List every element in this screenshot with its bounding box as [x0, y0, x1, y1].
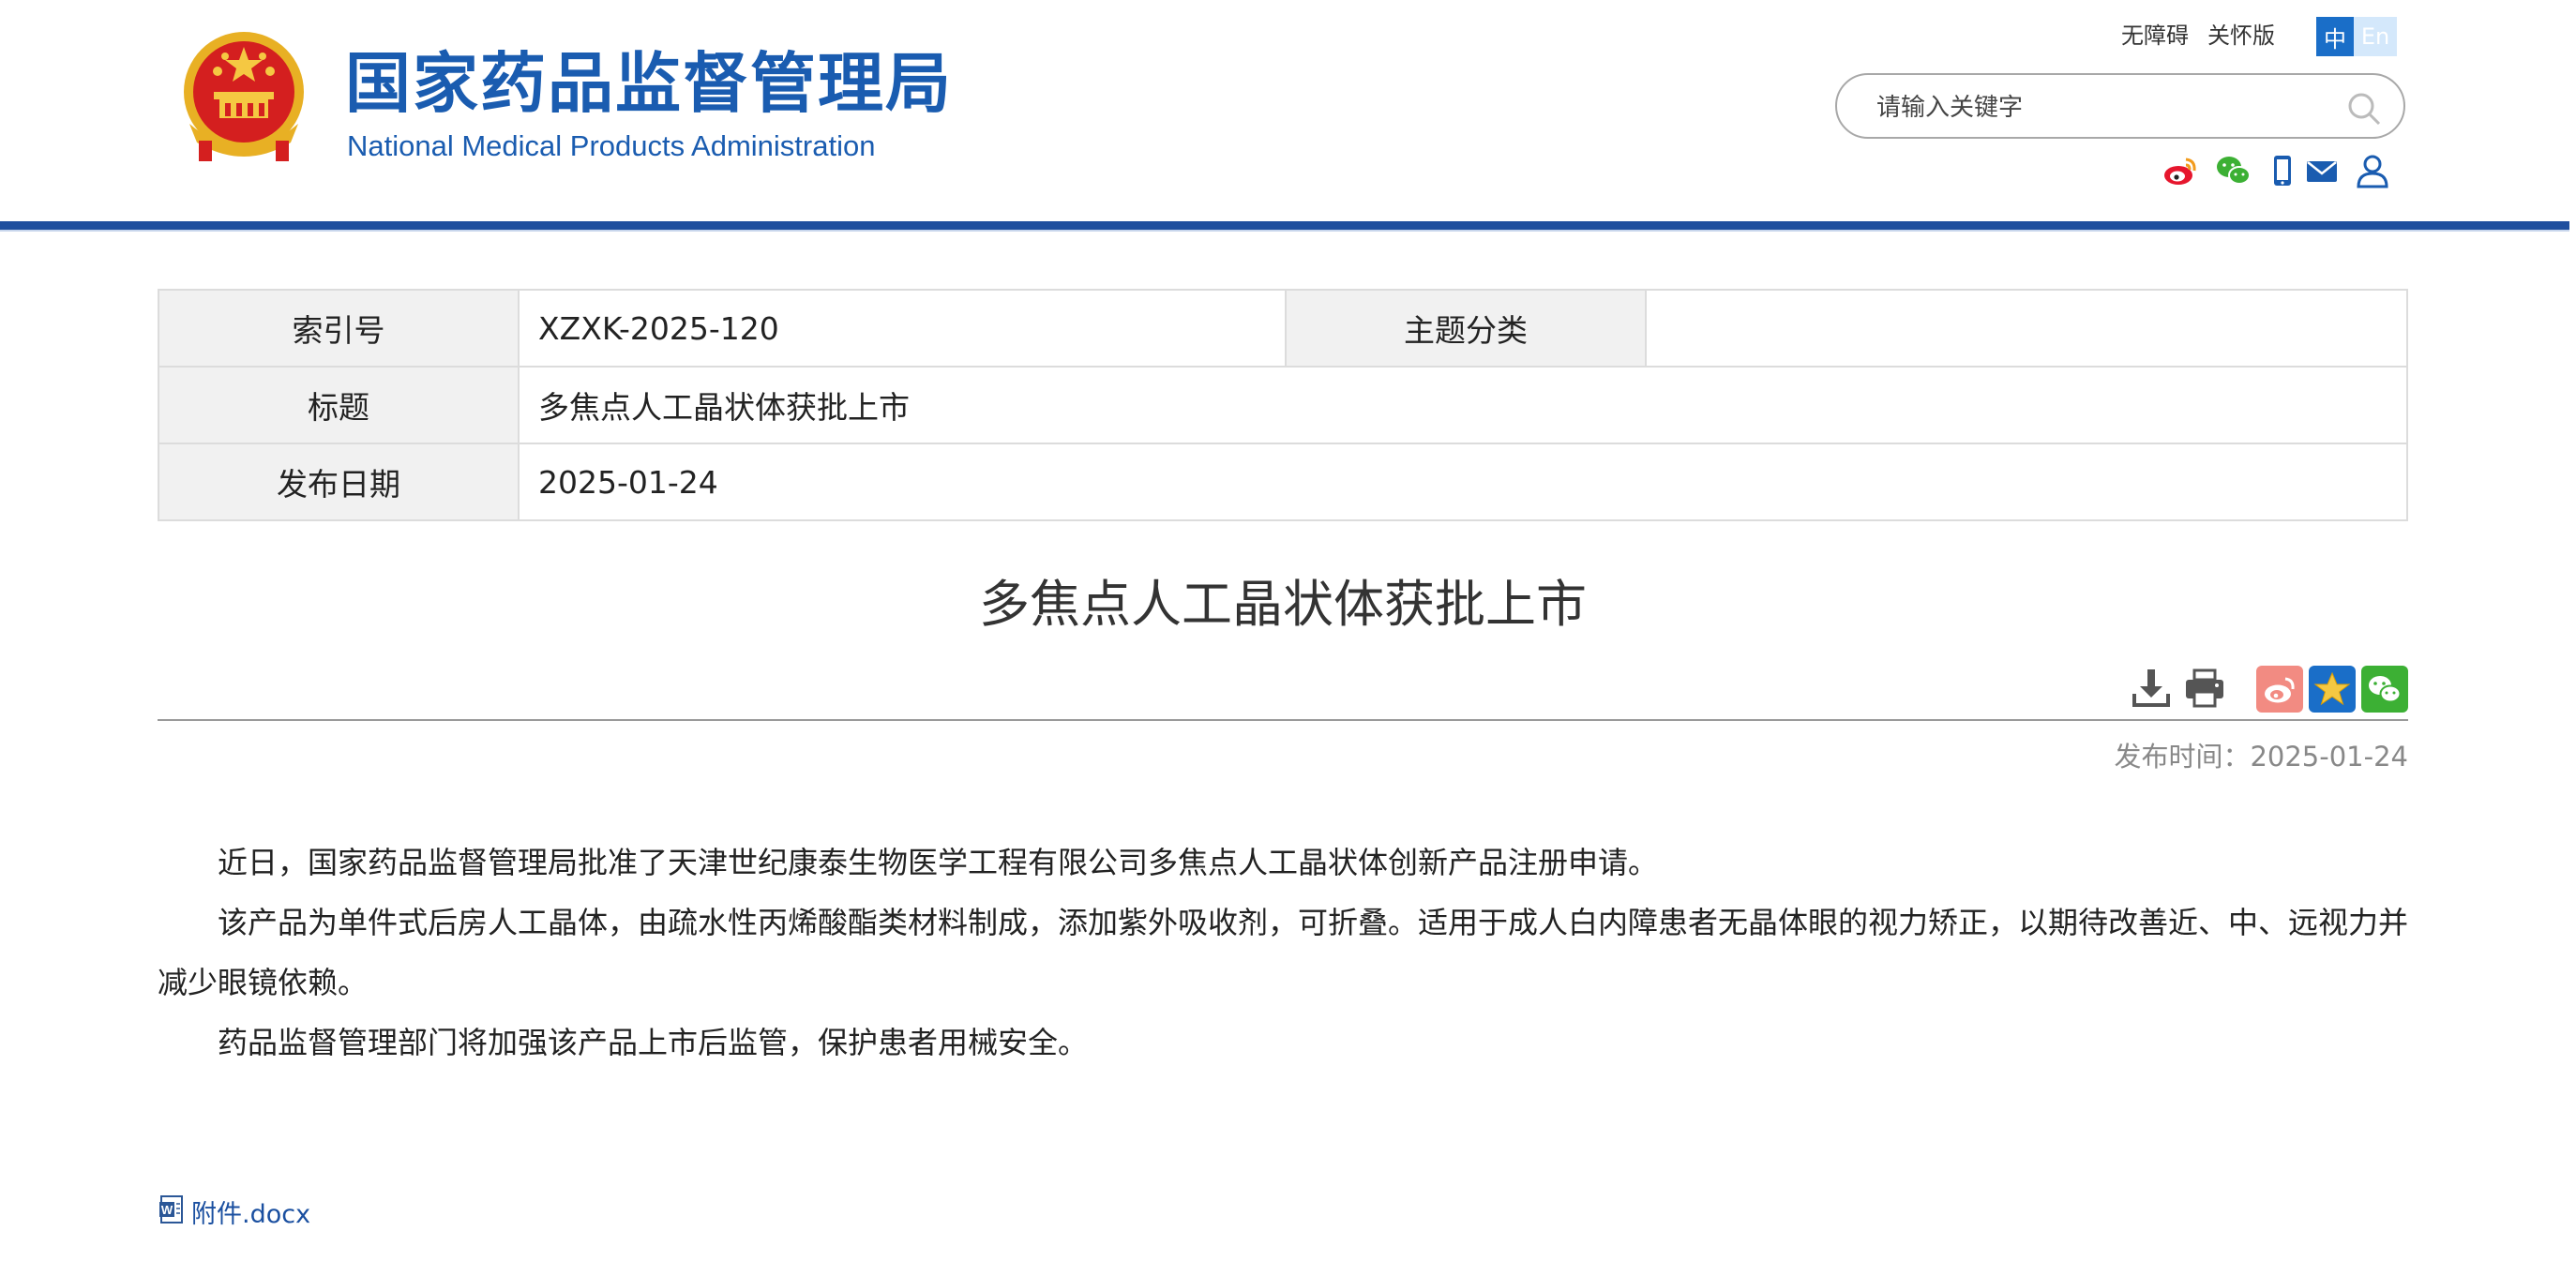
date-label: 发布日期	[158, 443, 520, 521]
wechat-share-icon[interactable]	[2361, 666, 2408, 713]
download-icon[interactable]	[2129, 666, 2174, 711]
weibo-icon[interactable]	[2162, 152, 2199, 189]
search-icon[interactable]	[2345, 90, 2383, 128]
paragraph: 该产品为单件式后房人工晶体，由疏水性丙烯酸酯类材料制成，添加紫外吸收剂，可折叠。…	[158, 905, 2409, 1000]
attachment-link[interactable]: W 附件.docx	[158, 1193, 310, 1230]
table-row: 索引号 XZXK-2025-120 主题分类	[158, 289, 2408, 368]
topic-value	[1645, 289, 2408, 368]
site-name-cn: 国家药品监督管理局	[345, 45, 953, 122]
mail-icon[interactable]	[2303, 152, 2341, 189]
table-row: 标题 多焦点人工晶状体获批上市	[158, 366, 2408, 444]
word-doc-icon: W	[158, 1194, 188, 1228]
index-value: XZXK-2025-120	[518, 289, 1287, 368]
article-title: 多焦点人工晶状体获批上市	[979, 575, 1587, 634]
title-value: 多焦点人工晶状体获批上市	[518, 366, 2408, 444]
national-emblem	[178, 30, 309, 166]
table-row: 发布日期 2025-01-24	[158, 443, 2408, 521]
search-input[interactable]	[1875, 86, 2328, 129]
print-icon[interactable]	[2182, 666, 2227, 711]
document-info-table: 索引号 XZXK-2025-120 主题分类 标题 多焦点人工晶状体获批上市 发…	[158, 289, 2408, 521]
publish-time: 发布时间：2025-01-24	[2114, 741, 2408, 773]
mobile-icon[interactable]	[2264, 152, 2301, 189]
user-icon[interactable]	[2354, 152, 2391, 189]
title-divider	[158, 719, 2408, 721]
article-body: 近日，国家药品监督管理局批准了天津世纪康泰生物医学工程有限公司多焦点人工晶状体创…	[158, 833, 2408, 1073]
wechat-icon[interactable]	[2215, 152, 2252, 189]
favorite-share-icon[interactable]	[2309, 666, 2356, 713]
lang-en-button[interactable]: En	[2354, 17, 2397, 56]
accessibility-link[interactable]: 无障碍	[2121, 21, 2189, 51]
header-divider-shadow	[0, 230, 2569, 232]
header-divider	[0, 221, 2569, 230]
attachment-filename[interactable]: 附件.docx	[191, 1193, 310, 1230]
weibo-share-icon[interactable]	[2256, 666, 2303, 713]
search-box	[1835, 73, 2405, 139]
title-label: 标题	[158, 366, 520, 444]
language-switch: 中 En	[2316, 17, 2397, 56]
site-name-en: National Medical Products Administration	[347, 129, 876, 162]
elderly-mode-link[interactable]: 关怀版	[2207, 21, 2275, 51]
index-label: 索引号	[158, 289, 520, 368]
paragraph: 近日，国家药品监督管理局批准了天津世纪康泰生物医学工程有限公司多焦点人工晶状体创…	[218, 845, 1659, 880]
topic-label: 主题分类	[1285, 289, 1647, 368]
date-value: 2025-01-24	[518, 443, 2408, 521]
paragraph: 药品监督管理部门将加强该产品上市后监管，保护患者用械安全。	[218, 1025, 1089, 1060]
svg-text:W: W	[161, 1203, 173, 1217]
lang-zh-button[interactable]: 中	[2316, 17, 2354, 56]
